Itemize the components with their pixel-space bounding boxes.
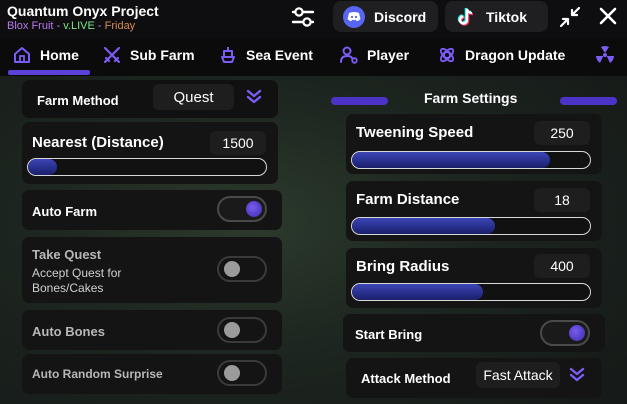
take-quest-toggle[interactable] <box>217 256 267 282</box>
tab-bar: Home Sub Farm Sea Event Player Dragon Up… <box>0 38 627 76</box>
minimize-icon[interactable] <box>557 4 583 30</box>
toggle-knob <box>224 261 240 277</box>
tab-sub-farm[interactable]: Sub Farm <box>102 38 195 72</box>
discord-label: Discord <box>374 8 427 25</box>
tweening-speed-slider-card: Tweening Speed 250 <box>346 114 602 174</box>
app-title: Quantum Onyx Project <box>7 3 159 19</box>
toggle-knob <box>224 322 240 338</box>
nearest-distance-slider-card: Nearest (Distance) 1500 <box>22 122 278 184</box>
radiation-icon <box>595 45 615 65</box>
toggle-knob <box>569 325 585 341</box>
subtitle-separator: - <box>53 20 64 32</box>
subtitle-version: v.LIVE <box>63 20 95 32</box>
take-quest-hint-line2: Bones/Cakes <box>32 281 104 295</box>
slider-fill <box>28 159 57 175</box>
auto-farm-row: Auto Farm <box>22 190 282 230</box>
tab-sea-event-label: Sea Event <box>246 47 313 63</box>
bring-radius-value[interactable]: 400 <box>534 254 590 278</box>
auto-farm-label: Auto Farm <box>32 204 97 219</box>
home-icon <box>12 45 32 65</box>
dragon-icon <box>437 45 457 65</box>
discord-button[interactable]: Discord <box>333 1 438 32</box>
nearest-distance-label: Nearest (Distance) <box>32 134 164 151</box>
tiktok-icon <box>455 6 477 28</box>
take-quest-label: Take Quest <box>32 247 102 262</box>
nearest-distance-value[interactable]: 1500 <box>210 131 266 155</box>
toggle-knob <box>246 201 262 217</box>
chevron-down-icon[interactable] <box>569 367 585 383</box>
tweening-speed-label: Tweening Speed <box>356 124 474 141</box>
attack-method-row: Attack Method Fast Attack <box>346 358 602 398</box>
auto-bones-row: Auto Bones <box>22 310 282 350</box>
slider-fill <box>352 218 495 234</box>
tab-player[interactable]: Player <box>339 38 409 72</box>
bring-radius-slider[interactable] <box>351 283 591 301</box>
section-header-right-bar <box>560 97 617 105</box>
farm-method-row: Farm Method Quest <box>22 80 278 118</box>
subtitle-separator: - <box>94 20 105 32</box>
tweening-speed-slider[interactable] <box>351 151 591 169</box>
farm-distance-value[interactable]: 18 <box>534 188 590 212</box>
section-header-left-bar <box>331 97 388 105</box>
chevron-down-icon[interactable] <box>246 89 262 105</box>
close-icon[interactable] <box>596 4 620 28</box>
auto-random-surprise-row: Auto Random Surprise <box>22 354 282 394</box>
take-quest-hint: Accept Quest for Bones/Cakes <box>32 266 121 296</box>
nearest-distance-slider[interactable] <box>27 158 267 176</box>
ship-icon <box>218 45 238 65</box>
app-subtitle: Blox Fruit - v.LIVE - Friday <box>7 20 135 32</box>
discord-icon <box>343 5 365 28</box>
title-bar: Quantum Onyx Project Blox Fruit - v.LIVE… <box>0 0 627 38</box>
active-tab-indicator <box>8 70 90 75</box>
farm-distance-label: Farm Distance <box>356 191 460 208</box>
settings-sliders-icon[interactable] <box>289 4 317 30</box>
start-bring-toggle[interactable] <box>540 320 590 346</box>
tab-home-label: Home <box>40 47 79 63</box>
farm-distance-slider[interactable] <box>351 217 591 235</box>
toggle-knob <box>224 365 240 381</box>
tab-sub-farm-label: Sub Farm <box>130 47 195 63</box>
auto-random-surprise-label: Auto Random Surprise <box>32 367 163 381</box>
farm-method-label: Farm Method <box>37 93 119 108</box>
tab-sea-event[interactable]: Sea Event <box>218 38 313 72</box>
subtitle-day: Friday <box>104 20 136 32</box>
attack-method-label: Attack Method <box>361 371 451 386</box>
crossed-swords-icon <box>102 45 122 65</box>
take-quest-row: Take Quest Accept Quest for Bones/Cakes <box>22 237 282 303</box>
start-bring-row: Start Bring <box>343 314 605 352</box>
tiktok-button[interactable]: Tiktok <box>445 1 548 32</box>
auto-bones-label: Auto Bones <box>32 324 105 339</box>
auto-farm-toggle[interactable] <box>217 196 267 222</box>
bring-radius-label: Bring Radius <box>356 258 450 275</box>
auto-bones-toggle[interactable] <box>217 317 267 343</box>
farm-distance-slider-card: Farm Distance 18 <box>346 181 602 241</box>
take-quest-hint-line1: Accept Quest for <box>32 266 122 280</box>
tab-dragon-update[interactable]: Dragon Update <box>437 38 565 72</box>
start-bring-label: Start Bring <box>355 327 423 342</box>
auto-random-surprise-toggle[interactable] <box>217 360 267 386</box>
tab-dragon-update-label: Dragon Update <box>465 47 566 63</box>
tab-overflow[interactable] <box>595 38 615 72</box>
tab-player-label: Player <box>367 47 410 63</box>
player-icon <box>339 45 359 65</box>
farm-method-dropdown[interactable]: Quest <box>153 84 234 110</box>
tweening-speed-value[interactable]: 250 <box>534 121 590 145</box>
farm-settings-title: Farm Settings <box>424 90 518 106</box>
slider-fill <box>352 284 483 300</box>
attack-method-dropdown[interactable]: Fast Attack <box>476 362 560 388</box>
tiktok-label: Tiktok <box>486 8 527 25</box>
bring-radius-slider-card: Bring Radius 400 <box>346 248 602 308</box>
subtitle-game: Blox Fruit <box>7 20 54 32</box>
tab-home[interactable]: Home <box>12 38 79 72</box>
slider-fill <box>352 152 550 168</box>
